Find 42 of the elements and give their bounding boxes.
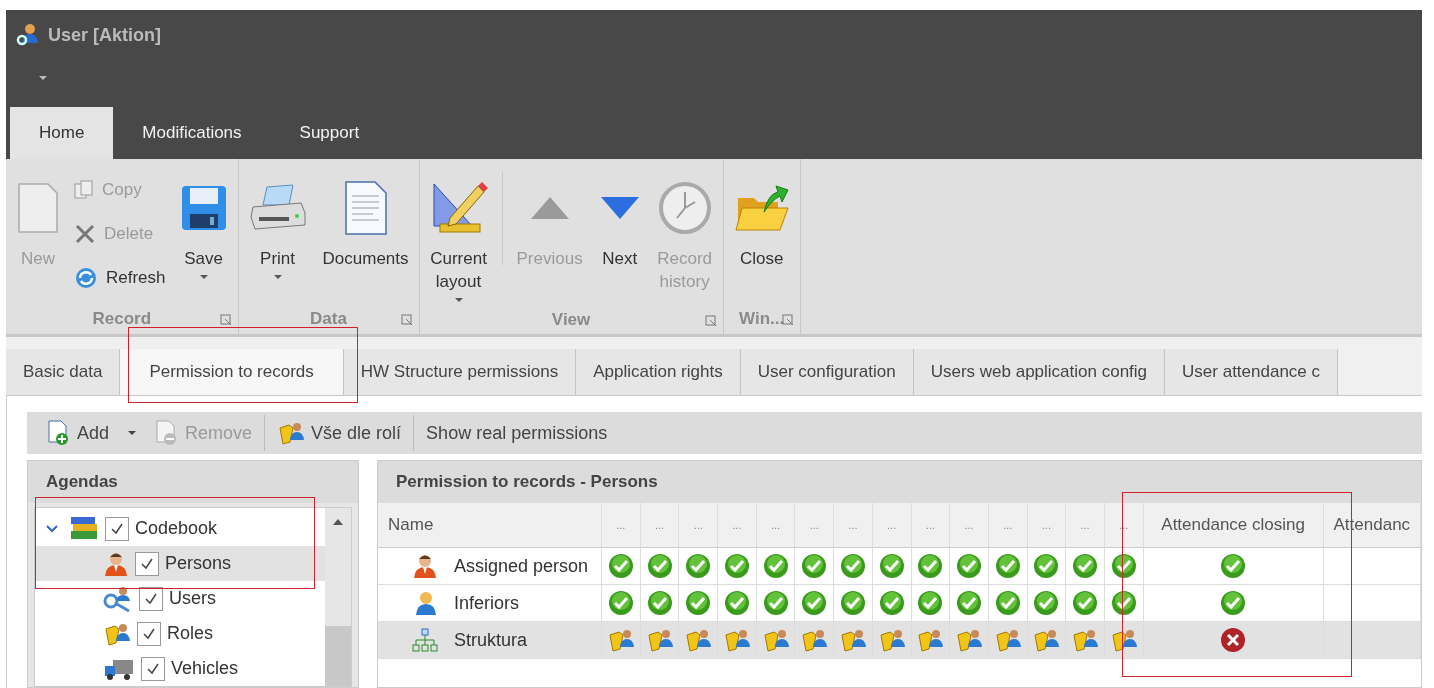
group-label: Data (310, 309, 347, 329)
ribbon-button[interactable]: Close (727, 171, 796, 272)
document-tab[interactable]: Permission to records (120, 349, 344, 395)
ribbon-button[interactable]: Next (592, 171, 647, 272)
row-name: Struktura (446, 622, 602, 659)
toolbar-button[interactable]: Vše dle rolí (271, 418, 408, 448)
tree-item[interactable]: Vehicles (35, 651, 325, 686)
group-label: View (551, 309, 591, 330)
ribbon-button[interactable]: Documents (316, 171, 415, 272)
document-tab[interactable]: User configuration (740, 349, 914, 395)
ribbon-tab[interactable]: Support (270, 107, 389, 159)
tree-label: Users (169, 588, 216, 609)
tree-item[interactable]: Codebook (35, 511, 325, 546)
row-name: Inferiors (446, 585, 602, 622)
ribbon-tab[interactable]: Home (10, 107, 114, 159)
toolbar-button[interactable]: Show real permissions (420, 420, 614, 446)
panel-title: Agendas (28, 461, 358, 503)
ribbon-tab[interactable]: Modifications (113, 107, 271, 159)
row-name: Assigned person (446, 548, 602, 585)
window-title: User [Aktion] (48, 24, 161, 46)
group-label: Record (92, 309, 152, 329)
tree-label: Codebook (135, 518, 218, 539)
document-tab[interactable]: Users web application config (913, 349, 1166, 395)
panel-title: Permission to records - Persons (378, 461, 1421, 503)
column-header[interactable]: Name (378, 503, 602, 548)
tree-item[interactable]: Persons (35, 546, 325, 581)
tree-label: Roles (167, 623, 214, 644)
toolbar-button[interactable]: Add (41, 418, 116, 448)
tree-item[interactable]: Users (35, 581, 325, 616)
document-tab[interactable]: User attendance c (1165, 349, 1339, 395)
ribbon-button[interactable]: Save (173, 171, 234, 282)
group-label: Win... (739, 309, 785, 329)
ribbon-button[interactable]: Print (242, 171, 313, 282)
document-tab[interactable]: HW Structure permissions (343, 349, 577, 395)
ribbon-button[interactable]: Refresh (70, 259, 170, 297)
document-tab[interactable]: Basic data (6, 349, 121, 395)
column-header[interactable]: Attendance closing (1143, 503, 1324, 548)
ribbon-button[interactable]: Current layout (423, 171, 494, 305)
tree-label: Vehicles (171, 658, 239, 679)
document-tab[interactable]: Application rights (576, 349, 741, 395)
tree-label: Persons (165, 553, 232, 574)
tree-item[interactable]: Roles (35, 616, 325, 651)
